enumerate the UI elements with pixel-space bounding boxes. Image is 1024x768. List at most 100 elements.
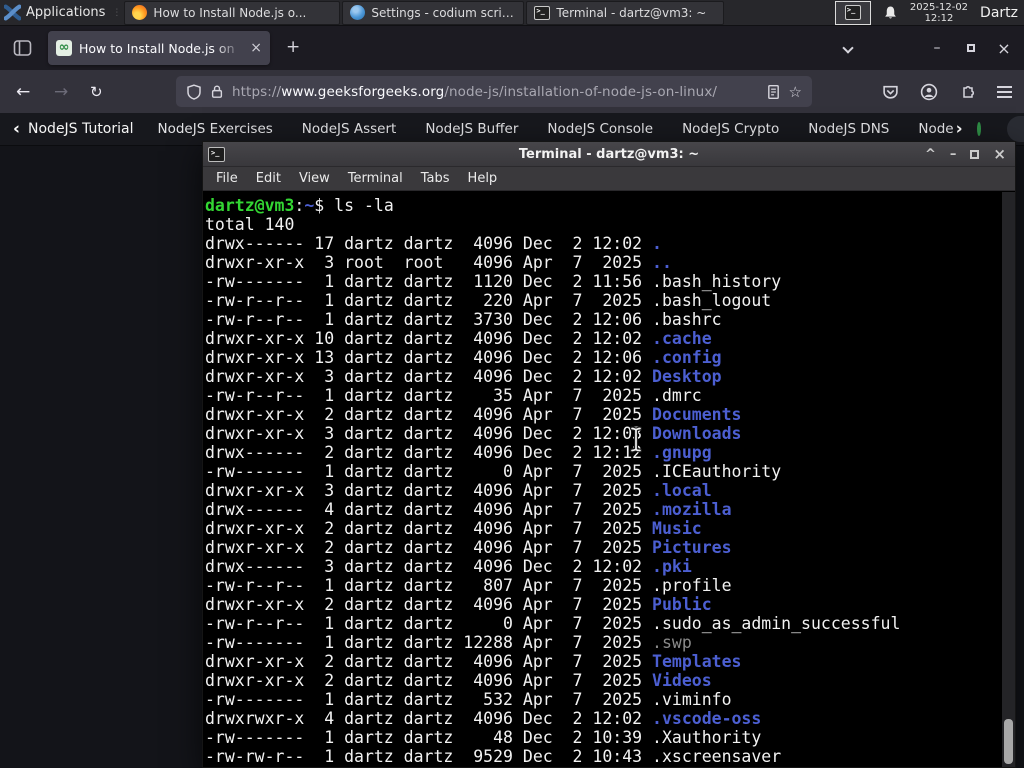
- sign-in-button[interactable]: Sign In: [1006, 116, 1024, 142]
- scrollbar-thumb[interactable]: [1004, 719, 1013, 764]
- terminal-menu-file[interactable]: File: [207, 171, 247, 186]
- listing-filename: .bash_history: [652, 272, 782, 291]
- listing-filename: .gnupg: [652, 443, 712, 462]
- listing-attributes: drwxr-xr-x 2 dartz dartz 4096 Apr 7 2025: [205, 538, 653, 557]
- maximize-button[interactable]: [970, 150, 980, 159]
- browser-close-button[interactable]: ×: [989, 26, 1019, 70]
- minimize-button[interactable]: –: [950, 148, 957, 161]
- site-nav-more-chevron-icon[interactable]: ›: [956, 119, 963, 139]
- menu-hamburger-icon[interactable]: [997, 90, 1012, 93]
- listing-attributes: -rw-r--r-- 1 dartz dartz 807 Apr 7 2025: [205, 576, 653, 595]
- panel-clock[interactable]: 2025-12-02 12:12: [910, 2, 968, 24]
- terminal-title-bar[interactable]: Terminal - dartz@vm3: ~ ^ – ×: [203, 142, 1015, 167]
- site-nav-link[interactable]: NodeJS Assert: [302, 121, 397, 137]
- terminal-menu-terminal[interactable]: Terminal: [339, 171, 412, 186]
- list-all-tabs-chevron-icon[interactable]: [842, 42, 854, 54]
- terminal-title: Terminal - dartz@vm3: ~: [518, 146, 700, 162]
- listing-attributes: drwxr-xr-x 3 dartz dartz 4096 Dec 2 12:0…: [205, 424, 653, 443]
- terminal-scrollbar[interactable]: [1002, 192, 1015, 767]
- terminal-listing-line: drwxr-xr-x 10 dartz dartz 4096 Dec 2 12:…: [205, 329, 1015, 348]
- forward-button[interactable]: →: [54, 70, 68, 113]
- new-tab-button[interactable]: +: [286, 37, 300, 57]
- site-nav-back-chevron-icon[interactable]: ‹: [13, 119, 20, 139]
- listing-attributes: -rw-rw-r-- 1 dartz dartz 9529 Dec 2 10:4…: [205, 747, 653, 766]
- applications-menu-button[interactable]: Applications: [0, 0, 109, 25]
- panel-handle[interactable]: ⋮: [112, 8, 121, 18]
- extensions-puzzle-icon[interactable]: [959, 83, 976, 100]
- terminal-listing-line: -rw------- 1 dartz dartz 12288 Apr 7 202…: [205, 633, 1015, 652]
- site-nav-links: NodeJS Exercises NodeJS Assert NodeJS Buff…: [158, 121, 956, 137]
- browser-minimize-button[interactable]: –: [922, 26, 952, 70]
- terminal-icon: [534, 5, 551, 20]
- terminal-window-controls: ^ – ×: [925, 142, 1006, 167]
- site-nav-tutorial-link[interactable]: NodeJS Tutorial: [28, 121, 133, 137]
- listing-filename: Pictures: [652, 538, 732, 557]
- listing-filename: Videos: [652, 671, 712, 690]
- site-nav-link[interactable]: Node: [918, 121, 953, 137]
- terminal-menu-tabs[interactable]: Tabs: [412, 171, 459, 186]
- listing-attributes: drwx------ 4 dartz dartz 4096 Apr 7 2025: [205, 500, 653, 519]
- listing-filename: Public: [652, 595, 712, 614]
- browser-tab-active[interactable]: ∞ How to Install Node.js on ×: [48, 31, 270, 65]
- listing-attributes: drwxr-xr-x 3 dartz dartz 4096 Dec 2 12:0…: [205, 367, 653, 386]
- reload-button[interactable]: ↻: [90, 70, 103, 113]
- listing-filename: Music: [652, 519, 702, 538]
- back-button[interactable]: ←: [16, 70, 30, 113]
- listing-filename: Documents: [652, 405, 742, 424]
- panel-window-button-firefox[interactable]: How to Install Node.js o...: [124, 0, 341, 25]
- listing-filename: .bash_logout: [652, 291, 772, 310]
- desktop-panel: Applications ⋮ How to Install Node.js o.…: [0, 0, 1024, 26]
- listing-filename: Downloads: [652, 424, 742, 443]
- panel-user-menu[interactable]: Dartz: [980, 5, 1020, 21]
- tracking-shield-icon[interactable]: [186, 83, 202, 100]
- site-nav-link[interactable]: NodeJS DNS: [808, 121, 889, 137]
- terminal-total-line: total 140: [205, 215, 295, 234]
- terminal-output[interactable]: dartz@vm3:~$ ls -la total 140 drwx------…: [203, 192, 1015, 767]
- notification-bell-icon[interactable]: [883, 5, 898, 21]
- bookmark-star-icon[interactable]: ☆: [789, 83, 802, 101]
- listing-attributes: -rw-r--r-- 1 dartz dartz 35 Apr 7 2025: [205, 386, 653, 405]
- terminal-listing-line: drwxr-xr-x 3 dartz dartz 4096 Dec 2 12:0…: [205, 367, 1015, 386]
- tray-terminal-button[interactable]: [834, 0, 871, 25]
- terminal-icon: [844, 5, 861, 20]
- terminal-menu-view[interactable]: View: [290, 171, 339, 186]
- account-icon[interactable]: [920, 83, 938, 101]
- panel-window-button-vscodium[interactable]: Settings - codium script...: [342, 0, 525, 25]
- terminal-listing-line: drwx------ 2 dartz dartz 4096 Dec 2 12:1…: [205, 443, 1015, 462]
- panel-window-button-terminal[interactable]: Terminal - dartz@vm3: ~: [526, 0, 725, 25]
- terminal-listing: drwx------ 17 dartz dartz 4096 Dec 2 12:…: [205, 234, 1015, 766]
- firefox-view-icon[interactable]: [13, 39, 32, 57]
- terminal-window: Terminal - dartz@vm3: ~ ^ – × FileEditVi…: [202, 141, 1016, 768]
- lock-icon[interactable]: [210, 84, 224, 99]
- listing-filename: .xscreensaver: [652, 747, 782, 766]
- close-button[interactable]: ×: [993, 147, 1006, 162]
- site-nav-link[interactable]: NodeJS Crypto: [682, 121, 779, 137]
- pocket-icon[interactable]: [882, 84, 899, 100]
- shade-button[interactable]: ^: [925, 148, 936, 161]
- terminal-listing-line: drwxr-xr-x 2 dartz dartz 4096 Apr 7 2025…: [205, 652, 1015, 671]
- terminal-listing-line: drwxr-xr-x 3 root root 4096 Apr 7 2025 .…: [205, 253, 1015, 272]
- toolbar-icons: [882, 70, 1012, 113]
- window-button-label: How to Install Node.js o...: [153, 5, 307, 20]
- terminal-listing-line: drwxrwxr-x 4 dartz dartz 4096 Dec 2 12:0…: [205, 709, 1015, 728]
- site-nav-link[interactable]: NodeJS Console: [547, 121, 653, 137]
- terminal-menu-bar: File Edit View Terminal Tabs Help: [203, 167, 1015, 191]
- tab-close-icon[interactable]: ×: [250, 41, 262, 55]
- listing-attributes: drwxr-xr-x 13 dartz dartz 4096 Dec 2 12:…: [205, 348, 653, 367]
- terminal-menu-help[interactable]: Help: [459, 171, 507, 186]
- listing-attributes: drwxr-xr-x 2 dartz dartz 4096 Apr 7 2025: [205, 519, 653, 538]
- site-nav-link[interactable]: NodeJS Buffer: [425, 121, 518, 137]
- browser-tab-bar: ∞ How to Install Node.js on × + – ×: [0, 26, 1024, 70]
- terminal-listing-line: drwxr-xr-x 2 dartz dartz 4096 Apr 7 2025…: [205, 405, 1015, 424]
- prompt-command: ls -la: [334, 196, 394, 215]
- url-bar[interactable]: https://www.geeksforgeeks.org/node-js/in…: [176, 76, 812, 107]
- search-icon[interactable]: [976, 122, 981, 136]
- url-text: https://www.geeksforgeeks.org/node-js/in…: [232, 84, 758, 100]
- browser-maximize-button[interactable]: [956, 26, 986, 70]
- prompt-cwd: ~: [304, 196, 315, 215]
- site-nav-link[interactable]: NodeJS Exercises: [158, 121, 273, 137]
- listing-filename: Templates: [652, 652, 742, 671]
- terminal-menu-edit[interactable]: Edit: [247, 171, 290, 186]
- window-button-label: Settings - codium script...: [371, 5, 517, 20]
- reader-mode-icon[interactable]: [766, 84, 781, 100]
